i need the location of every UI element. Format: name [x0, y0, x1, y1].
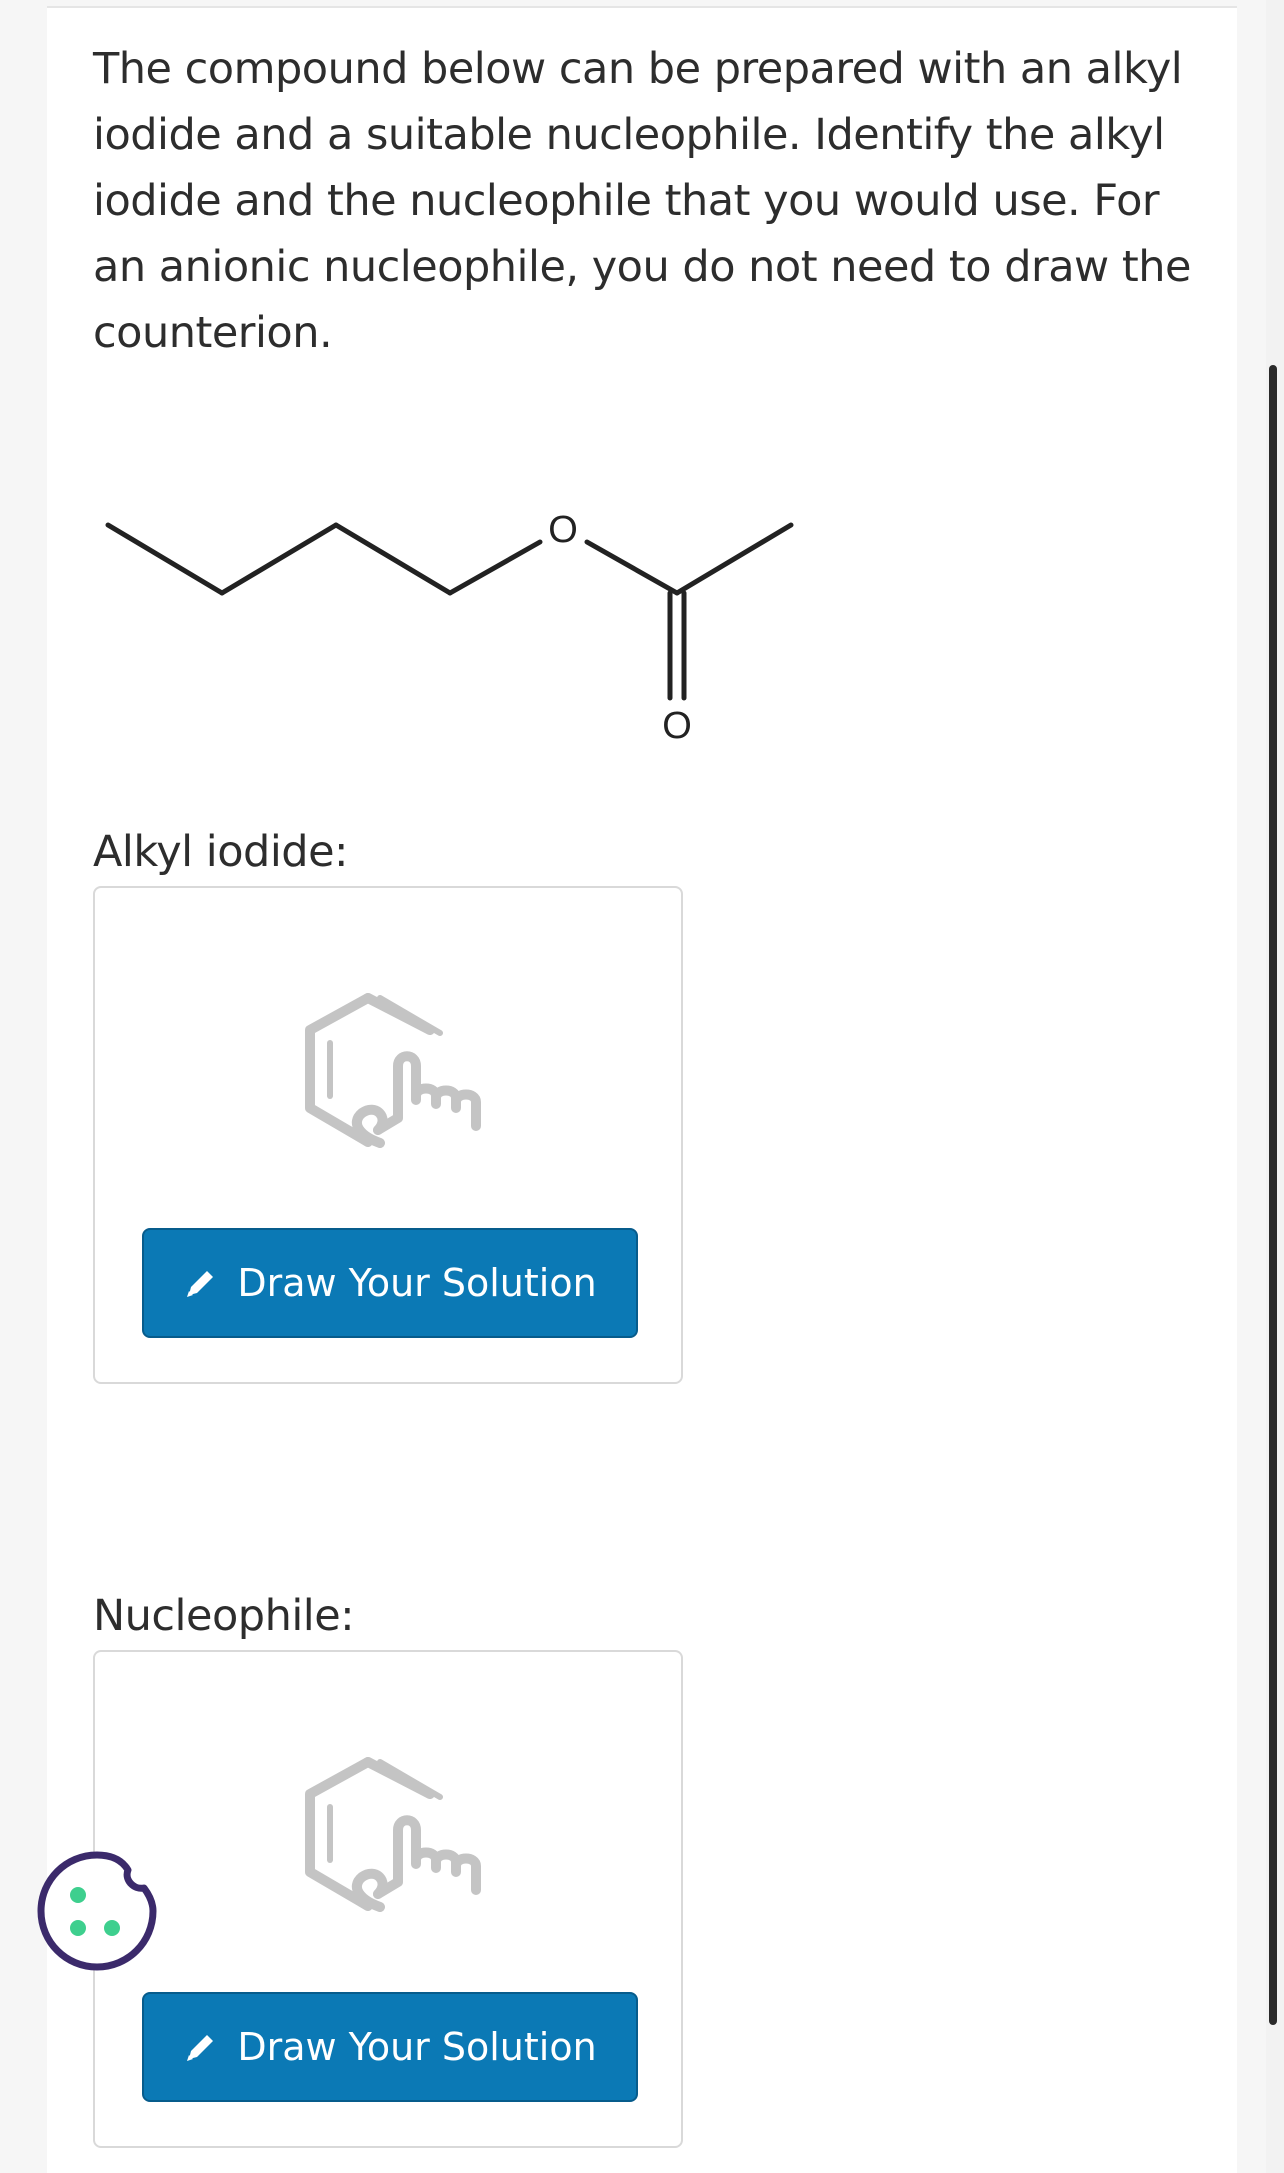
bond	[584, 539, 680, 596]
draw-solution-label: Draw Your Solution	[237, 1261, 597, 1305]
ether-oxygen-label: O	[548, 509, 578, 551]
draw-solution-button[interactable]: Draw Your Solution	[142, 1228, 638, 1338]
molecule-structure: O O	[105, 509, 794, 747]
nucleophile-answer-box[interactable]: Draw Your Solution	[93, 1650, 683, 2148]
alkyl-iodide-answer-box[interactable]: Draw Your Solution	[93, 886, 683, 1384]
draw-solution-label: Draw Your Solution	[237, 2025, 597, 2069]
question-text: The compound below can be prepared with …	[93, 44, 1191, 358]
carbonyl-oxygen-label: O	[662, 705, 692, 747]
bond	[333, 522, 453, 596]
cookie-icon[interactable]	[36, 1850, 158, 1972]
draw-structure-icon	[305, 993, 481, 1148]
scrollbar-thumb[interactable]	[1269, 365, 1277, 2025]
draw-structure-icon	[305, 1757, 481, 1912]
nucleophile-label: Nucleophile:	[93, 1591, 355, 1641]
alkyl-iodide-label: Alkyl iodide:	[93, 827, 349, 877]
pencil-icon	[187, 1271, 214, 1297]
bond	[105, 522, 225, 596]
draw-solution-button[interactable]: Draw Your Solution	[142, 1992, 638, 2102]
bond	[674, 522, 794, 596]
pencil-icon	[187, 2035, 214, 2061]
bond	[447, 539, 543, 596]
bond	[219, 522, 339, 596]
